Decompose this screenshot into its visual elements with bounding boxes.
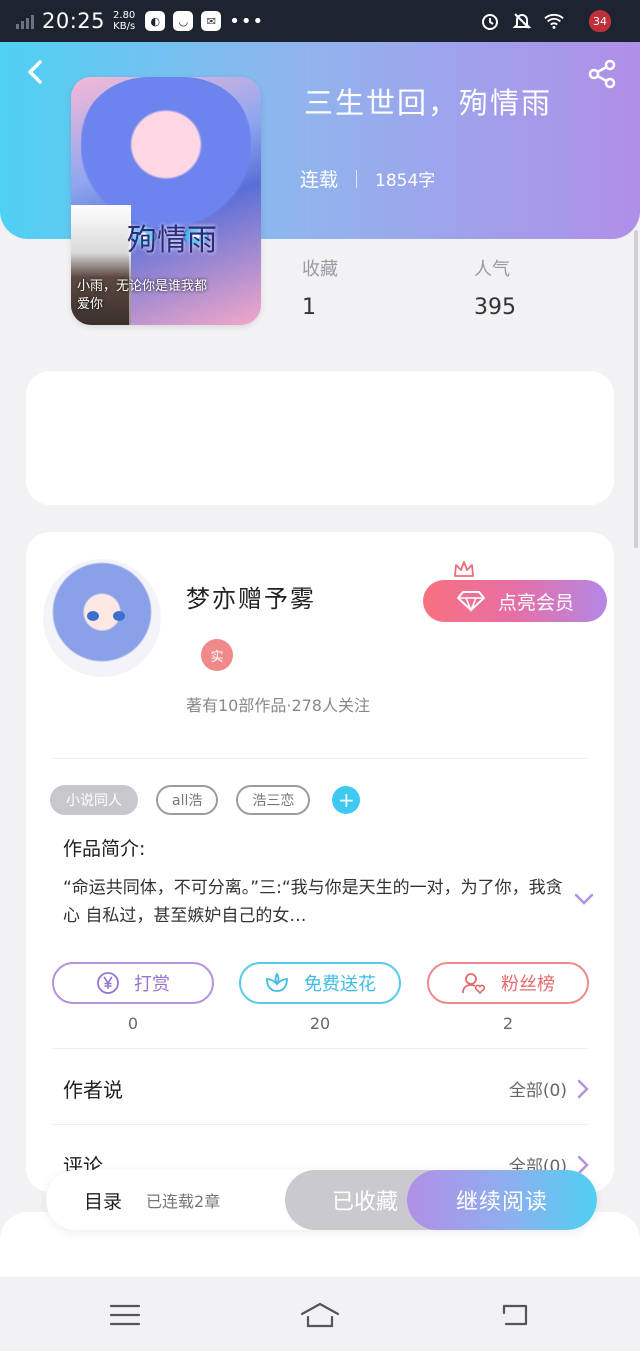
back-button[interactable] <box>22 58 50 86</box>
favorites-label: 收藏 <box>302 259 338 280</box>
popularity-stat: 人气 395 <box>474 255 516 320</box>
back-nav-icon[interactable] <box>498 1301 532 1329</box>
add-tag-button[interactable]: + <box>332 786 361 814</box>
intro-text: “命运共同体，不可分离。”三:“我与你是天生的一对，为了你，我贪心 自私过，甚至… <box>63 878 563 926</box>
mute-icon <box>512 11 532 31</box>
author-stats: 著有10部作品·278人关注 <box>186 696 370 715</box>
reward-label: 打赏 <box>134 974 170 995</box>
popularity-label: 人气 <box>474 259 510 280</box>
chevron-right-icon <box>577 1079 589 1098</box>
favorites-value: 1 <box>302 295 316 320</box>
flower-icon <box>266 972 288 992</box>
fan-ranking-button[interactable]: 粉丝榜 <box>427 962 589 1004</box>
fan-ranking-label: 粉丝榜 <box>501 974 555 995</box>
alarm-icon <box>480 11 500 31</box>
vip-button-label: 点亮会员 <box>497 591 574 614</box>
divider <box>52 1124 588 1125</box>
author-says-title: 作者说 <box>63 1078 123 1102</box>
author-name[interactable]: 梦亦赠予雾 <box>186 579 316 614</box>
book-detail-card: 梦亦赠予雾 实 著有10部作品·278人关注 点亮会员 小说同人 all浩 浩三… <box>26 532 614 1192</box>
tag-item[interactable]: 小说同人 <box>50 785 138 815</box>
message-notification-icon: ◡ <box>173 11 194 31</box>
yen-icon <box>97 972 119 994</box>
activate-vip-button[interactable]: 点亮会员 <box>423 580 607 622</box>
status-time: 20:25 <box>42 9 106 33</box>
author-avatar[interactable] <box>43 559 161 677</box>
divider <box>52 1048 588 1049</box>
book-cover[interactable]: 殉情雨 小雨，无论你是谁我都 爱你 <box>71 77 261 325</box>
book-status: 连载 <box>300 169 339 191</box>
reward-count: 0 <box>127 1014 139 1033</box>
fan-ranking-icon <box>462 973 486 995</box>
book-title: 三生世回，殉情雨 <box>304 86 553 120</box>
share-button[interactable] <box>586 58 618 90</box>
system-nav-bar <box>0 1277 640 1351</box>
verified-badge: 实 <box>201 639 233 671</box>
cover-caption-2: 爱你 <box>77 297 104 312</box>
tag-list: 小说同人 all浩 浩三恋 + <box>50 785 361 815</box>
chapter-progress: 已连载2章 <box>146 1192 221 1211</box>
app-notification-icon: ◐ <box>145 11 166 31</box>
battery-icon: 34 <box>576 10 624 32</box>
wifi-icon <box>544 11 564 31</box>
share-icon <box>588 59 616 89</box>
reward-button[interactable]: 打赏 <box>52 962 214 1004</box>
send-flower-button[interactable]: 免费送花 <box>239 962 401 1004</box>
favorites-stat: 收藏 1 <box>302 255 338 320</box>
popularity-value: 395 <box>474 295 516 320</box>
ad-placeholder-card <box>26 371 614 505</box>
expand-chevron-icon[interactable] <box>574 892 594 906</box>
diamond-icon <box>456 591 485 612</box>
mail-notification-icon: ✉ <box>201 11 222 31</box>
cover-title: 殉情雨 <box>127 223 217 258</box>
chevron-left-icon <box>28 60 42 84</box>
intro-title: 作品简介: <box>63 838 146 860</box>
menu-icon[interactable] <box>108 1301 142 1329</box>
author-says-all[interactable]: 全部(0) <box>509 1076 567 1101</box>
fan-count: 2 <box>502 1014 514 1033</box>
signal-icon <box>16 13 34 29</box>
cover-caption: 小雨，无论你是谁我都 <box>77 279 208 294</box>
home-icon[interactable] <box>299 1301 341 1329</box>
table-of-contents-button[interactable]: 目录 <box>84 1187 122 1214</box>
word-count: 1854字 <box>375 171 436 191</box>
flower-count: 20 <box>309 1014 331 1033</box>
continue-reading-button[interactable]: 继续阅读 <box>407 1170 597 1230</box>
tag-item[interactable]: 浩三恋 <box>236 785 311 815</box>
more-notifications-icon: ••• <box>229 10 265 32</box>
divider <box>52 758 588 759</box>
send-flower-label: 免费送花 <box>304 974 376 995</box>
reading-action-bar: 目录 已连载2章 已收藏 继续阅读 <box>46 1170 597 1230</box>
book-meta: 连载 1854字 <box>300 165 435 192</box>
scrollbar[interactable] <box>634 230 638 548</box>
author-says-row[interactable]: 作者说 全部(0) <box>63 1074 589 1103</box>
tag-item[interactable]: all浩 <box>156 785 219 815</box>
status-bar: 20:25 2.80 KB/s ◐ ◡ ✉ ••• 34 <box>0 0 640 42</box>
network-speed: 2.80 KB/s <box>113 10 136 32</box>
crown-icon <box>454 561 474 577</box>
